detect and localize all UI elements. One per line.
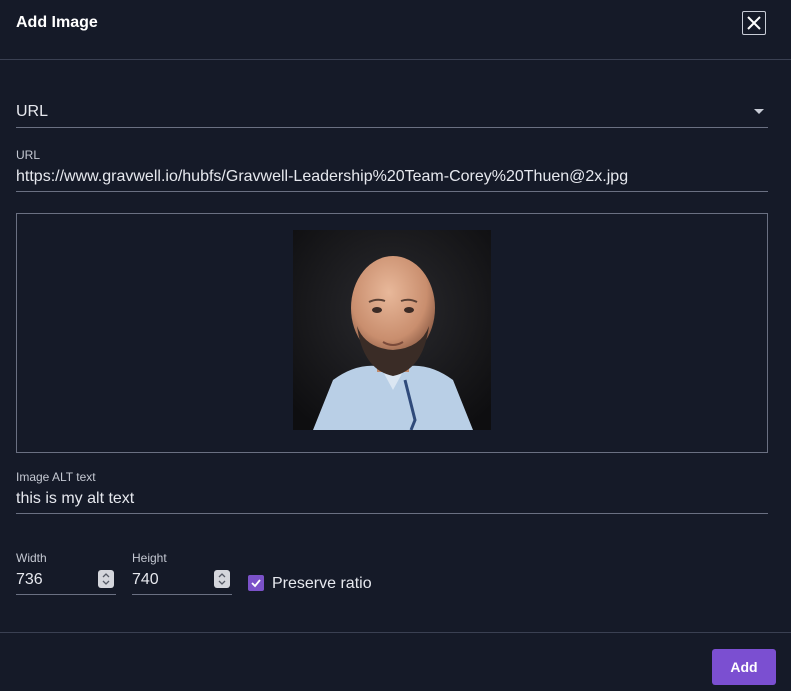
alt-text-field: Image ALT text this is my alt text [16,470,768,514]
close-button[interactable] [742,11,766,35]
height-underline [132,594,232,595]
dialog-header: Add Image [0,0,791,60]
alt-text-input[interactable]: this is my alt text [16,490,768,508]
preserve-ratio-checkbox[interactable] [248,575,264,591]
chevron-down-icon [754,109,764,114]
alt-text-label: Image ALT text [16,470,96,484]
url-field: URL https://www.gravwell.io/hubfs/Gravwe… [16,148,768,192]
height-label: Height [132,551,167,565]
url-label: URL [16,148,41,162]
width-underline [16,594,116,595]
height-input[interactable]: 740 [132,571,202,589]
width-label: Width [16,551,47,565]
dialog-title: Add Image [16,14,98,31]
stepper-arrows-icon [102,573,110,585]
source-type-select[interactable]: URL [16,96,768,128]
preserve-ratio-label[interactable]: Preserve ratio [272,575,372,593]
source-type-value: URL [16,103,49,120]
stepper-arrows-icon [218,573,226,585]
add-button[interactable]: Add [712,649,776,685]
alt-text-underline [16,513,768,514]
height-stepper[interactable] [214,570,230,588]
width-stepper[interactable] [98,570,114,588]
check-icon [251,579,261,588]
close-icon [747,16,761,30]
width-field: Width 736 [16,551,116,595]
height-field: Height 740 [132,551,232,595]
footer-divider [0,632,791,633]
url-underline [16,191,768,192]
url-input[interactable]: https://www.gravwell.io/hubfs/Gravwell-L… [16,168,768,186]
width-input[interactable]: 736 [16,571,86,589]
preview-photo [293,230,491,430]
image-preview [16,213,768,453]
